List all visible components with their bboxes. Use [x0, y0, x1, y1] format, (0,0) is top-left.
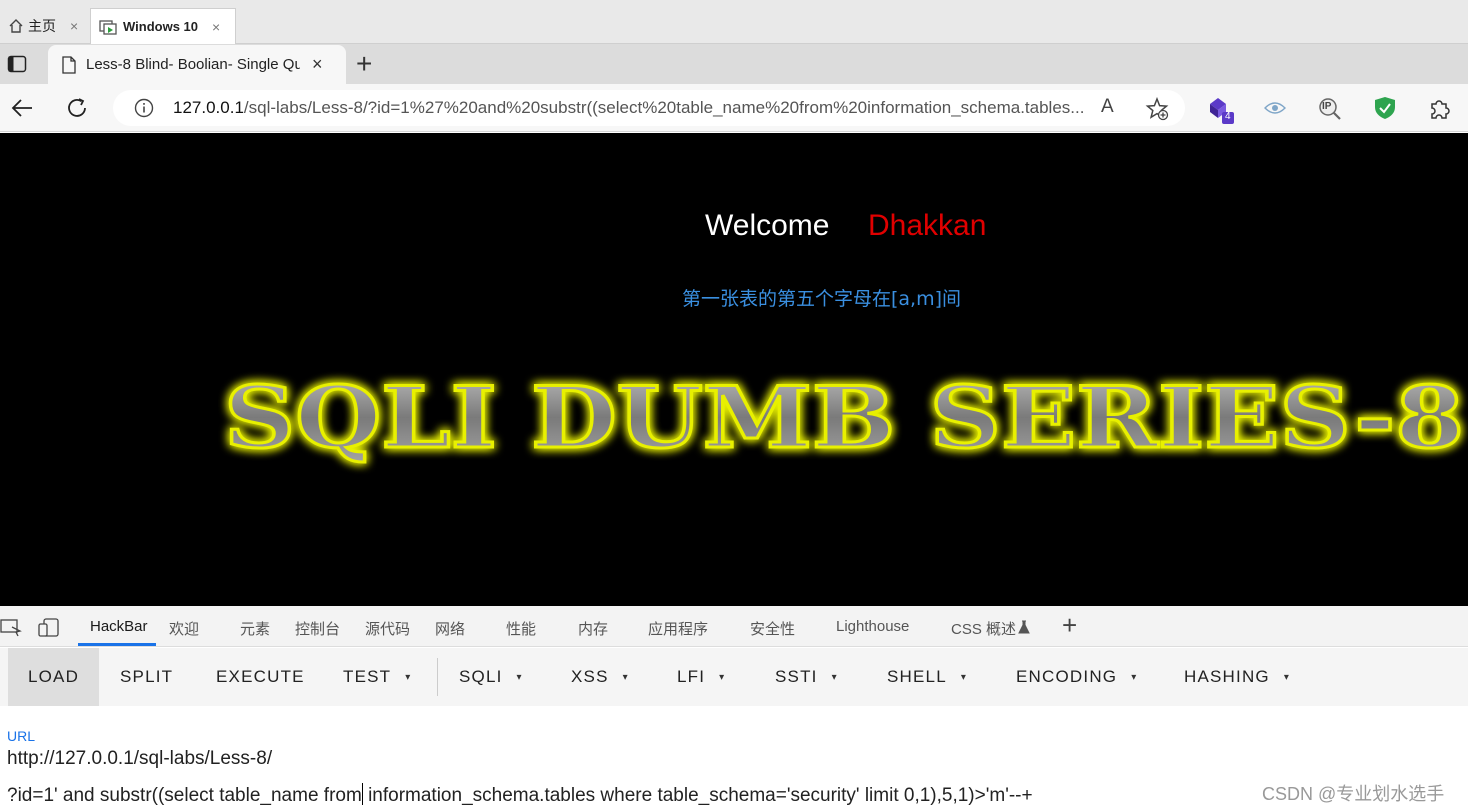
chevron-down-icon: ▾ [1131, 671, 1138, 683]
tab-actions-icon[interactable] [7, 55, 27, 73]
device-emulation-icon[interactable] [38, 618, 60, 638]
execute-label: EXECUTE [216, 667, 305, 686]
chevron-down-icon: ▾ [1283, 671, 1291, 683]
navigation-bar: 127.0.0.1/sql-labs/Less-8/?id=1%27%20and… [0, 84, 1468, 132]
extension-cube-icon [1210, 98, 1234, 124]
tab-performance[interactable]: 性能 [506, 618, 536, 639]
query-result-text: 第一张表的第五个字母在[a,m]间 [682, 288, 962, 310]
chevron-down-icon: ▾ [831, 671, 838, 683]
banner-text: SQLI DUMB SERIES-8 [224, 368, 1464, 467]
tab-elements[interactable]: 元素 [240, 618, 270, 639]
ssti-label: SSTI [775, 667, 818, 686]
dhakkan-text: Dhakkan [868, 209, 987, 242]
ip-extension-icon[interactable]: IP [1318, 97, 1342, 121]
execute-button[interactable]: EXECUTE [216, 648, 305, 706]
new-tab-button[interactable]: + [356, 48, 372, 80]
xss-dropdown[interactable]: XSS ▾ [571, 648, 629, 706]
read-aloud-icon[interactable]: A [1101, 96, 1114, 118]
load-label: LOAD [27, 667, 80, 686]
test-label: TEST [343, 667, 392, 686]
vm-icon [99, 19, 117, 35]
extensions-puzzle-icon[interactable] [1428, 96, 1452, 120]
encoding-label: ENCODING [1016, 667, 1118, 686]
active-tab-underline [78, 643, 156, 646]
close-icon[interactable]: × [70, 18, 78, 34]
address-bar[interactable]: 127.0.0.1/sql-labs/Less-8/?id=1%27%20and… [113, 90, 1185, 126]
chevron-down-icon: ▾ [622, 671, 629, 683]
url-textarea-line1[interactable]: http://127.0.0.1/sql-labs/Less-8/ [7, 748, 272, 770]
test-dropdown[interactable]: TEST ▾ [343, 648, 411, 706]
url-host: 127.0.0.1 [173, 98, 244, 117]
hackbar-toolbar: LOAD SPLIT EXECUTE TEST ▾ SQLI ▾ XSS ▾ LFI ▾… [0, 648, 1468, 706]
home-icon [9, 19, 23, 33]
tab-css-overview[interactable]: CSS 概述 [951, 618, 1016, 639]
sqli-dropdown[interactable]: SQLI ▾ [459, 648, 523, 706]
vm-tab-windows10[interactable]: Windows 10 × [90, 8, 236, 44]
shield-icon[interactable] [1374, 96, 1396, 120]
split-label: SPLIT [120, 667, 174, 686]
split-button[interactable]: SPLIT [120, 648, 173, 706]
url-line2-before-cursor: ?id=1' and substr((select table_name fro… [7, 785, 362, 806]
devtools-tab-bar: HackBar 欢迎 元素 控制台 源代码 网络 性能 内存 应用程序 安全性 … [0, 606, 1468, 647]
ssti-dropdown[interactable]: SSTI ▾ [775, 648, 838, 706]
vm-tab-home[interactable]: 主页 × [0, 8, 86, 44]
lfi-label: LFI [677, 667, 706, 686]
inspect-element-icon[interactable] [0, 619, 22, 637]
shell-dropdown[interactable]: SHELL ▾ [887, 648, 967, 706]
tab-security[interactable]: 安全性 [750, 618, 795, 639]
extension-badge: 4 [1225, 111, 1231, 122]
experiment-flask-icon [1018, 620, 1030, 634]
xss-label: XSS [571, 667, 609, 686]
extension-puzzle-purple[interactable]: 4 [1208, 96, 1236, 129]
csdn-watermark: CSDN @专业划水选手 [1262, 784, 1445, 804]
close-icon[interactable]: × [212, 19, 220, 35]
url-textarea-line2[interactable]: ?id=1' and substr((select table_name fro… [7, 783, 1033, 807]
tab-lighthouse[interactable]: Lighthouse [836, 618, 909, 635]
hashing-dropdown[interactable]: HASHING ▾ [1184, 648, 1290, 706]
sqli-label: SQLI [459, 667, 503, 686]
browser-tab-bar: Less-8 Blind- Boolian- Single Quotes- St… [0, 44, 1468, 84]
tab-close-icon[interactable]: × [312, 54, 323, 75]
tab-network[interactable]: 网络 [435, 618, 465, 639]
url-line2-after-cursor: information_schema.tables where table_sc… [362, 785, 1033, 806]
lfi-dropdown[interactable]: LFI ▾ [677, 648, 725, 706]
refresh-icon[interactable] [65, 96, 89, 120]
load-button[interactable]: LOAD [8, 648, 99, 706]
encoding-dropdown[interactable]: ENCODING ▾ [1016, 648, 1137, 706]
tab-hackbar[interactable]: HackBar [90, 618, 148, 635]
browser-tab-active[interactable]: Less-8 Blind- Boolian- Single Quotes- St… [48, 45, 346, 84]
favorite-star-icon[interactable] [1145, 97, 1169, 121]
add-tab-button[interactable]: + [1062, 610, 1077, 641]
vm-tab-home-label: 主页 [28, 18, 56, 34]
web-page-content: Welcome Dhakkan 第一张表的第五个字母在[a,m]间 SQLI D… [0, 133, 1468, 606]
eye-extension-icon[interactable] [1264, 100, 1286, 116]
vm-tab-windows10-label: Windows 10 [123, 19, 199, 34]
page-icon [62, 55, 76, 74]
tab-welcome[interactable]: 欢迎 [169, 618, 199, 639]
info-icon[interactable] [134, 98, 154, 118]
shell-label: SHELL [887, 667, 947, 686]
tab-application[interactable]: 应用程序 [648, 618, 708, 639]
welcome-text: Welcome [705, 209, 830, 242]
chevron-down-icon: ▾ [516, 671, 523, 683]
toolbar-divider [437, 658, 438, 696]
tab-console[interactable]: 控制台 [295, 618, 340, 639]
tab-memory[interactable]: 内存 [578, 618, 608, 639]
back-arrow-icon[interactable] [10, 97, 34, 119]
address-text[interactable]: 127.0.0.1/sql-labs/Less-8/?id=1%27%20and… [173, 98, 1089, 118]
chevron-down-icon: ▾ [719, 671, 726, 683]
tab-sources[interactable]: 源代码 [365, 618, 410, 639]
sqli-dumb-series-banner: SQLI DUMB SERIES-8 [223, 367, 1466, 469]
tab-title: Less-8 Blind- Boolian- Single Quotes- St… [86, 56, 300, 73]
chevron-down-icon: ▾ [405, 671, 412, 683]
chevron-down-icon: ▾ [960, 671, 968, 683]
url-field-label: URL [7, 728, 36, 744]
ip-label: IP [1322, 101, 1332, 112]
url-path: /sql-labs/Less-8/?id=1%27%20and%20substr… [243, 98, 1085, 117]
vm-tab-strip: 主页 × Windows 10 × [0, 0, 1468, 44]
hashing-label: HASHING [1184, 667, 1270, 686]
